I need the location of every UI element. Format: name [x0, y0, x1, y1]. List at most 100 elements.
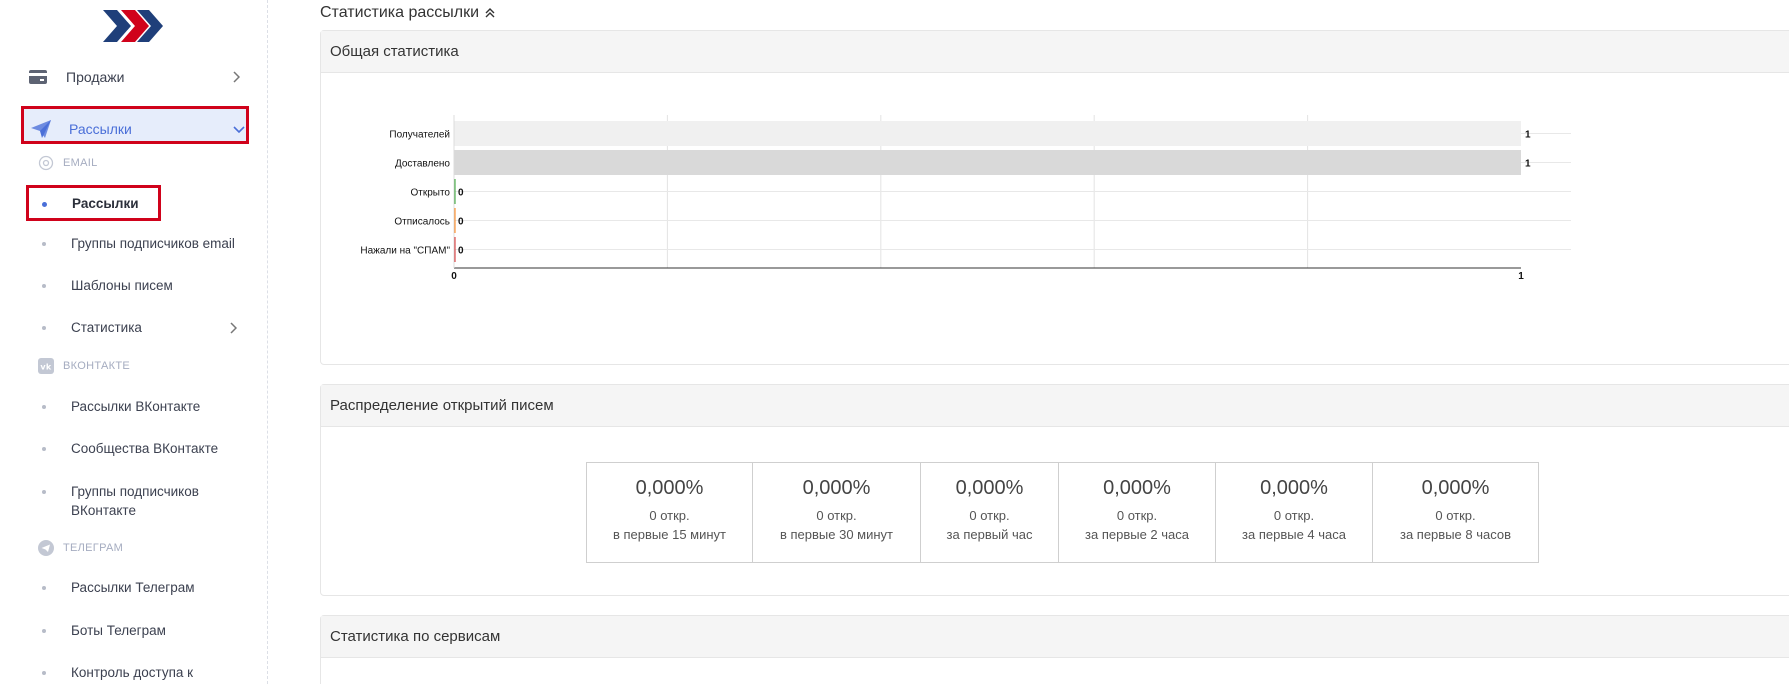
page-title-text: Статистика рассылки — [320, 4, 480, 21]
sidebar-subitem-label: Статистика — [71, 320, 142, 335]
section-telegram: ТЕЛЕГРАМ — [38, 539, 123, 557]
collapse-icon[interactable] — [485, 8, 495, 18]
opens-period: за первый час — [946, 527, 1033, 542]
opens-cell: 0,000% 0 откр. в первые 15 минут — [587, 463, 753, 562]
sidebar-subitem-label: Боты Телеграм — [71, 623, 166, 638]
general-stats-chart: Получателей 1 Доставлено 1 Открыто 0 Отписалос… — [360, 115, 1571, 282]
section-vk: vk ВКОНТАКТЕ — [38, 357, 130, 375]
bullet-icon — [42, 629, 46, 633]
opens-cell: 0,000% 0 откр. за первые 4 часа — [1216, 463, 1373, 562]
opens-cell: 0,000% 0 откр. в первые 30 минут — [753, 463, 921, 562]
panel-title: Общая статистика — [321, 31, 1789, 73]
section-email: EMAIL — [38, 154, 98, 172]
opens-table-area: 0,000% 0 откр. в первые 15 минут 0,000% … — [321, 427, 1789, 595]
paper-plane-icon — [30, 118, 52, 140]
bullet-icon — [42, 202, 47, 207]
sidebar-subitem-email-groups[interactable]: Группы подписчиков email — [42, 234, 252, 253]
sidebar-subitem-vk-communities[interactable]: Сообщества ВКонтакте — [42, 439, 252, 458]
chart-category-label: Доставлено — [395, 159, 450, 170]
chart-value-label: 1 — [1525, 159, 1531, 170]
section-label: ВКОНТАКТЕ — [63, 360, 130, 372]
sidebar-subitem-mailings-highlight: Рассылки — [26, 185, 161, 221]
sidebar-subitem-label: Контроль доступа к — [71, 665, 194, 680]
sidebar-subitem-label: Группы подписчиков ВКонтакте — [71, 484, 199, 518]
x-tick-label: 0 — [451, 271, 457, 282]
bullet-icon — [42, 405, 46, 409]
chart-category-label: Получателей — [389, 130, 450, 141]
bullet-icon — [42, 490, 46, 494]
chevron-down-icon — [232, 122, 246, 136]
section-label: EMAIL — [63, 157, 98, 169]
opens-count: 0 откр. — [1116, 508, 1158, 523]
sidebar-subitem-vk-groups[interactable]: Группы подписчиков ВКонтакте — [42, 482, 242, 520]
sidebar-subitem-label: Рассылки Телеграм — [71, 580, 195, 595]
sidebar-subitem-telegram-access[interactable]: Контроль доступа к — [42, 663, 252, 682]
card-icon — [27, 66, 49, 88]
main-content: Статистика рассылки Общая статистика Пол… — [305, 0, 1789, 684]
opens-percent: 0,000% — [955, 477, 1024, 499]
sidebar-item-label: Продажи — [66, 69, 125, 85]
bullet-icon — [42, 284, 46, 288]
chart-category-label: Открыто — [410, 188, 450, 199]
general-stats-panel: Общая статистика Получателей 1 Доставлено 1… — [320, 30, 1789, 365]
opens-cell: 0,000% 0 откр. за первые 2 часа — [1059, 463, 1216, 562]
opens-count: 0 откр. — [1435, 508, 1476, 523]
chart-category-label: Нажали на "СПАМ" — [360, 246, 450, 257]
panel-title: Распределение открытий писем — [321, 385, 1789, 427]
sidebar-subitem-label: Сообщества ВКонтакте — [71, 441, 219, 456]
opens-percent: 0,000% — [1103, 477, 1171, 499]
sidebar-subitem-telegram-mailings[interactable]: Рассылки Телеграм — [42, 578, 252, 597]
svg-text:vk: vk — [40, 363, 52, 372]
sidebar: Продажи Рассылки EMAIL Рассылки Группы п… — [0, 0, 268, 684]
opens-period: в первые 30 минут — [779, 527, 893, 542]
opens-period: за первые 2 часа — [1085, 527, 1189, 542]
opens-period: в первые 15 минут — [612, 527, 726, 542]
chart-category-label: Отписалось — [394, 217, 450, 228]
opens-percent: 0,000% — [1260, 477, 1328, 499]
chart-value-label: 0 — [458, 188, 464, 199]
chart-value-label: 0 — [458, 246, 464, 257]
opens-cell: 0,000% 0 откр. за первые 8 часов — [1373, 463, 1538, 562]
bullet-icon — [42, 586, 46, 590]
sidebar-subitem-label: Рассылки ВКонтакте — [71, 399, 201, 414]
opens-period: за первые 8 часов — [1399, 527, 1512, 542]
logo-icon — [103, 10, 163, 42]
sidebar-subitem-mailings[interactable]: Рассылки — [42, 194, 157, 213]
opens-distribution-panel: Распределение открытий писем 0,000% 0 от… — [320, 384, 1789, 596]
chart-value-label: 0 — [458, 217, 464, 228]
sidebar-divider — [267, 0, 268, 684]
bullet-icon — [42, 326, 46, 330]
chevron-right-icon — [226, 321, 240, 335]
sidebar-item-sales[interactable]: Продажи — [27, 58, 247, 96]
general-chart-area: Получателей 1 Доставлено 1 Открыто 0 Отписалос… — [321, 73, 1789, 363]
sidebar-subitem-telegram-bots[interactable]: Боты Телеграм — [42, 621, 252, 640]
bullet-icon — [42, 242, 46, 246]
chevron-right-icon — [229, 70, 243, 84]
opens-percent: 0,000% — [802, 477, 871, 499]
sidebar-subitem-label: Рассылки — [72, 196, 139, 211]
bullet-icon — [42, 671, 46, 675]
sidebar-item-label: Рассылки — [69, 121, 132, 137]
chart-value-label: 1 — [1525, 130, 1531, 141]
sidebar-subitem-templates[interactable]: Шаблоны писем — [42, 276, 252, 295]
opens-table: 0,000% 0 откр. в первые 15 минут 0,000% … — [586, 462, 1539, 563]
sidebar-subitem-label: Группы подписчиков email — [71, 236, 235, 251]
sidebar-item-mailings[interactable]: Рассылки — [30, 110, 250, 148]
section-label: ТЕЛЕГРАМ — [63, 542, 124, 554]
opens-count: 0 откр. — [816, 508, 857, 523]
bullet-icon — [42, 447, 46, 451]
sidebar-subitem-vk-mailings[interactable]: Рассылки ВКонтакте — [42, 397, 252, 416]
opens-percent: 0,000% — [635, 477, 704, 499]
opens-cell: 0,000% 0 откр. за первый час — [921, 463, 1059, 562]
opens-percent: 0,000% — [1421, 477, 1490, 499]
opens-count: 0 откр. — [969, 508, 1010, 523]
vk-icon: vk — [38, 358, 54, 374]
at-icon — [38, 155, 54, 171]
panel-title: Статистика по сервисам — [321, 616, 1789, 658]
x-tick-label: 1 — [1518, 271, 1524, 282]
chart-bar — [454, 150, 1521, 175]
sidebar-item-mailings-highlight: Рассылки — [21, 106, 249, 144]
telegram-icon — [38, 540, 54, 556]
sidebar-subitem-statistics[interactable]: Статистика — [42, 318, 252, 337]
page-title: Статистика рассылки — [320, 4, 495, 22]
